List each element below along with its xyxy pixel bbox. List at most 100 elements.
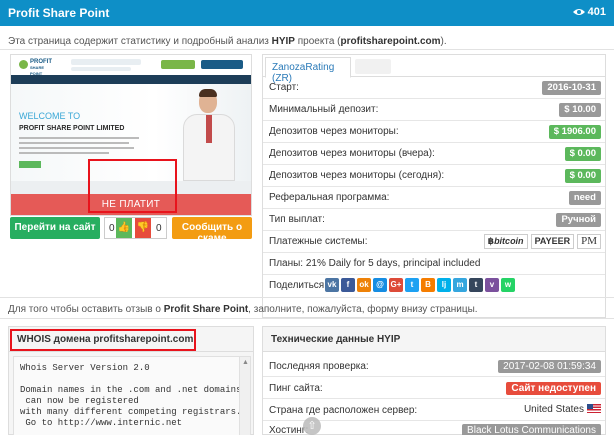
thumb-company: PROFIT SHARE POINT LIMITED (19, 125, 125, 132)
blogger-icon[interactable]: B (421, 278, 435, 292)
livejournal-icon[interactable]: lj (437, 278, 451, 292)
stat-value-badge: $ 0.00 (564, 147, 601, 161)
stat-row: Депозитов через мониторы: $ 1906.00 (263, 121, 605, 143)
thumbs-down-icon[interactable]: 👎 (135, 218, 151, 238)
scroll-up-icon[interactable]: ▲ (242, 359, 249, 366)
tech-title: Технические данные HYIP (271, 334, 401, 345)
highlight-box-status (88, 159, 177, 213)
review-prompt: Для того чтобы оставить отзыв о Profit S… (8, 304, 478, 315)
divider (0, 318, 614, 319)
project-header: Profit Share Point 401 (0, 0, 614, 26)
stat-row: Депозитов через мониторы (вчера): $ 0.00 (263, 143, 605, 165)
report-scam-button[interactable]: Сообщить о скаме (172, 217, 252, 244)
view-counter: 401 (572, 6, 606, 18)
tab-zanoza-rating[interactable]: ZanozaRating (ZR) (265, 57, 351, 84)
vk-icon[interactable]: vk (325, 278, 339, 292)
thumb-welcome: WELCOME TO (19, 111, 81, 121)
scroll-to-top-icon[interactable]: ⇧ (303, 417, 321, 435)
stats-panel: ZanozaRating (ZR) Старт: 2016-10-31 Минима… (262, 54, 606, 318)
divider (0, 297, 614, 298)
stat-value-badge: Ручной (556, 213, 601, 227)
payeer-logo: PAYEER (530, 234, 575, 249)
thumb-cta (19, 161, 41, 168)
whatsapp-icon[interactable]: w (501, 278, 515, 292)
perfect-money-logo: PM (577, 234, 601, 249)
whois-textarea[interactable]: Whois Server Version 2.0 Domain names in… (13, 356, 242, 435)
whois-scrollbar[interactable]: ▲ (239, 356, 251, 435)
review-pre: Для того чтобы оставить отзыв о (8, 304, 164, 315)
payment-systems: ฿bitcoin PAYEER PM (483, 234, 601, 249)
server-country-value: United States (524, 404, 601, 415)
googleplus-icon[interactable]: G+ (389, 278, 403, 292)
stat-row: Депозитов через мониторы (сегодня): $ 0.0… (263, 165, 605, 187)
highlight-box-whois (10, 329, 196, 351)
stat-value-badge: $ 1906.00 (548, 125, 601, 139)
stat-label: Депозитов через мониторы (вчера): (269, 148, 435, 159)
stat-label: Реферальная программа: (269, 192, 390, 203)
stat-value-badge: 2016-10-31 (542, 81, 601, 95)
stat-label: Тип выплат: (269, 214, 325, 225)
moimir-icon[interactable]: m (453, 278, 467, 292)
eye-icon (572, 9, 585, 15)
stat-label: Минимальный депозит: (269, 104, 379, 115)
thumb-navbar: PROFIT SHARE POINT (11, 55, 251, 76)
server-country-text: United States (523, 404, 584, 415)
stat-value-badge: need (568, 191, 601, 205)
thumbs-up-icon[interactable]: 👍 (116, 218, 132, 238)
stat-row: Реферальная программа: need (263, 187, 605, 209)
intro-mid: проекта ( (294, 36, 341, 47)
stat-value-badge: $ 0.00 (564, 169, 601, 183)
view-count: 401 (587, 6, 606, 18)
tab-inactive[interactable] (355, 59, 391, 74)
thumb-logo: PROFIT SHARE POINT (19, 59, 57, 76)
stat-row: Тип выплат: Ручной (263, 209, 605, 231)
vote-box: 0 👍 👎 0 (104, 217, 167, 239)
odnoklassniki-icon[interactable]: ok (357, 278, 371, 292)
stat-label: Депозитов через мониторы: (269, 126, 399, 137)
intro-text: Эта страница содержит статистику и подро… (8, 36, 447, 47)
thumb-menu (11, 75, 251, 84)
plans-row: Планы: 21% Daily for 5 days, principal i… (263, 253, 605, 275)
facebook-icon[interactable]: f (341, 278, 355, 292)
stat-label: Старт: (269, 82, 299, 93)
share-label: Поделиться: (269, 280, 327, 291)
last-check-value: 2017-02-08 01:59:34 (498, 360, 601, 373)
last-check-label: Последняя проверка: (269, 361, 369, 372)
goto-site-button[interactable]: Перейти на сайт (10, 217, 100, 239)
stat-row: Старт: 2016-10-31 (263, 77, 605, 99)
stat-label: Депозитов через мониторы (сегодня): (269, 170, 445, 181)
stat-row: Минимальный депозит: $ 10.00 (263, 99, 605, 121)
votes-down-count: 0 (156, 223, 162, 234)
ping-row: Пинг сайта: Сайт недоступен (263, 378, 605, 399)
divider (0, 49, 614, 50)
ping-label: Пинг сайта: (269, 383, 323, 394)
payment-systems-row: Платежные системы: ฿bitcoin PAYEER PM (263, 231, 605, 253)
twitter-icon[interactable]: t (405, 278, 419, 292)
thumb-person-image (177, 87, 241, 181)
last-check-row: Последняя проверка: 2017-02-08 01:59:34 (263, 356, 605, 377)
intro-domain: profitsharepoint.com (340, 36, 441, 47)
votes-up-count: 0 (109, 223, 115, 234)
us-flag-icon (587, 404, 601, 413)
share-row: Поделиться: vk f ok @ G+ t Blj m t v w (263, 275, 605, 299)
review-name: Profit Share Point (163, 304, 249, 315)
review-post: , заполните, пожалуйста, форму внизу стр… (248, 304, 478, 315)
hosting-value: Black Lotus Communications (462, 424, 601, 435)
payment-systems-label: Платежные системы: (269, 236, 368, 247)
stats-tabs: ZanozaRating (ZR) (263, 55, 605, 84)
stat-value-badge: $ 10.00 (559, 103, 601, 117)
project-title: Profit Share Point (8, 6, 110, 20)
bitcoin-logo: ฿bitcoin (483, 234, 528, 249)
intro-pre: Эта страница содержит статистику и подро… (8, 36, 272, 47)
share-icons: vk f ok @ G+ t Blj m t v w (325, 278, 515, 292)
mailru-icon[interactable]: @ (373, 278, 387, 292)
intro-hyip: HYIP (271, 36, 295, 47)
server-country-label: Страна где расположен сервер: (269, 405, 418, 416)
tech-header: Технические данные HYIP (263, 327, 605, 352)
tumblr-icon[interactable]: t (469, 278, 483, 292)
viber-icon[interactable]: v (485, 278, 499, 292)
whois-text: Whois Server Version 2.0 Domain names in… (20, 363, 242, 428)
plans-text: Планы: 21% Daily for 5 days, principal i… (269, 258, 481, 269)
intro-post: ). (440, 36, 447, 47)
ping-status-badge: Сайт недоступен (506, 382, 601, 395)
